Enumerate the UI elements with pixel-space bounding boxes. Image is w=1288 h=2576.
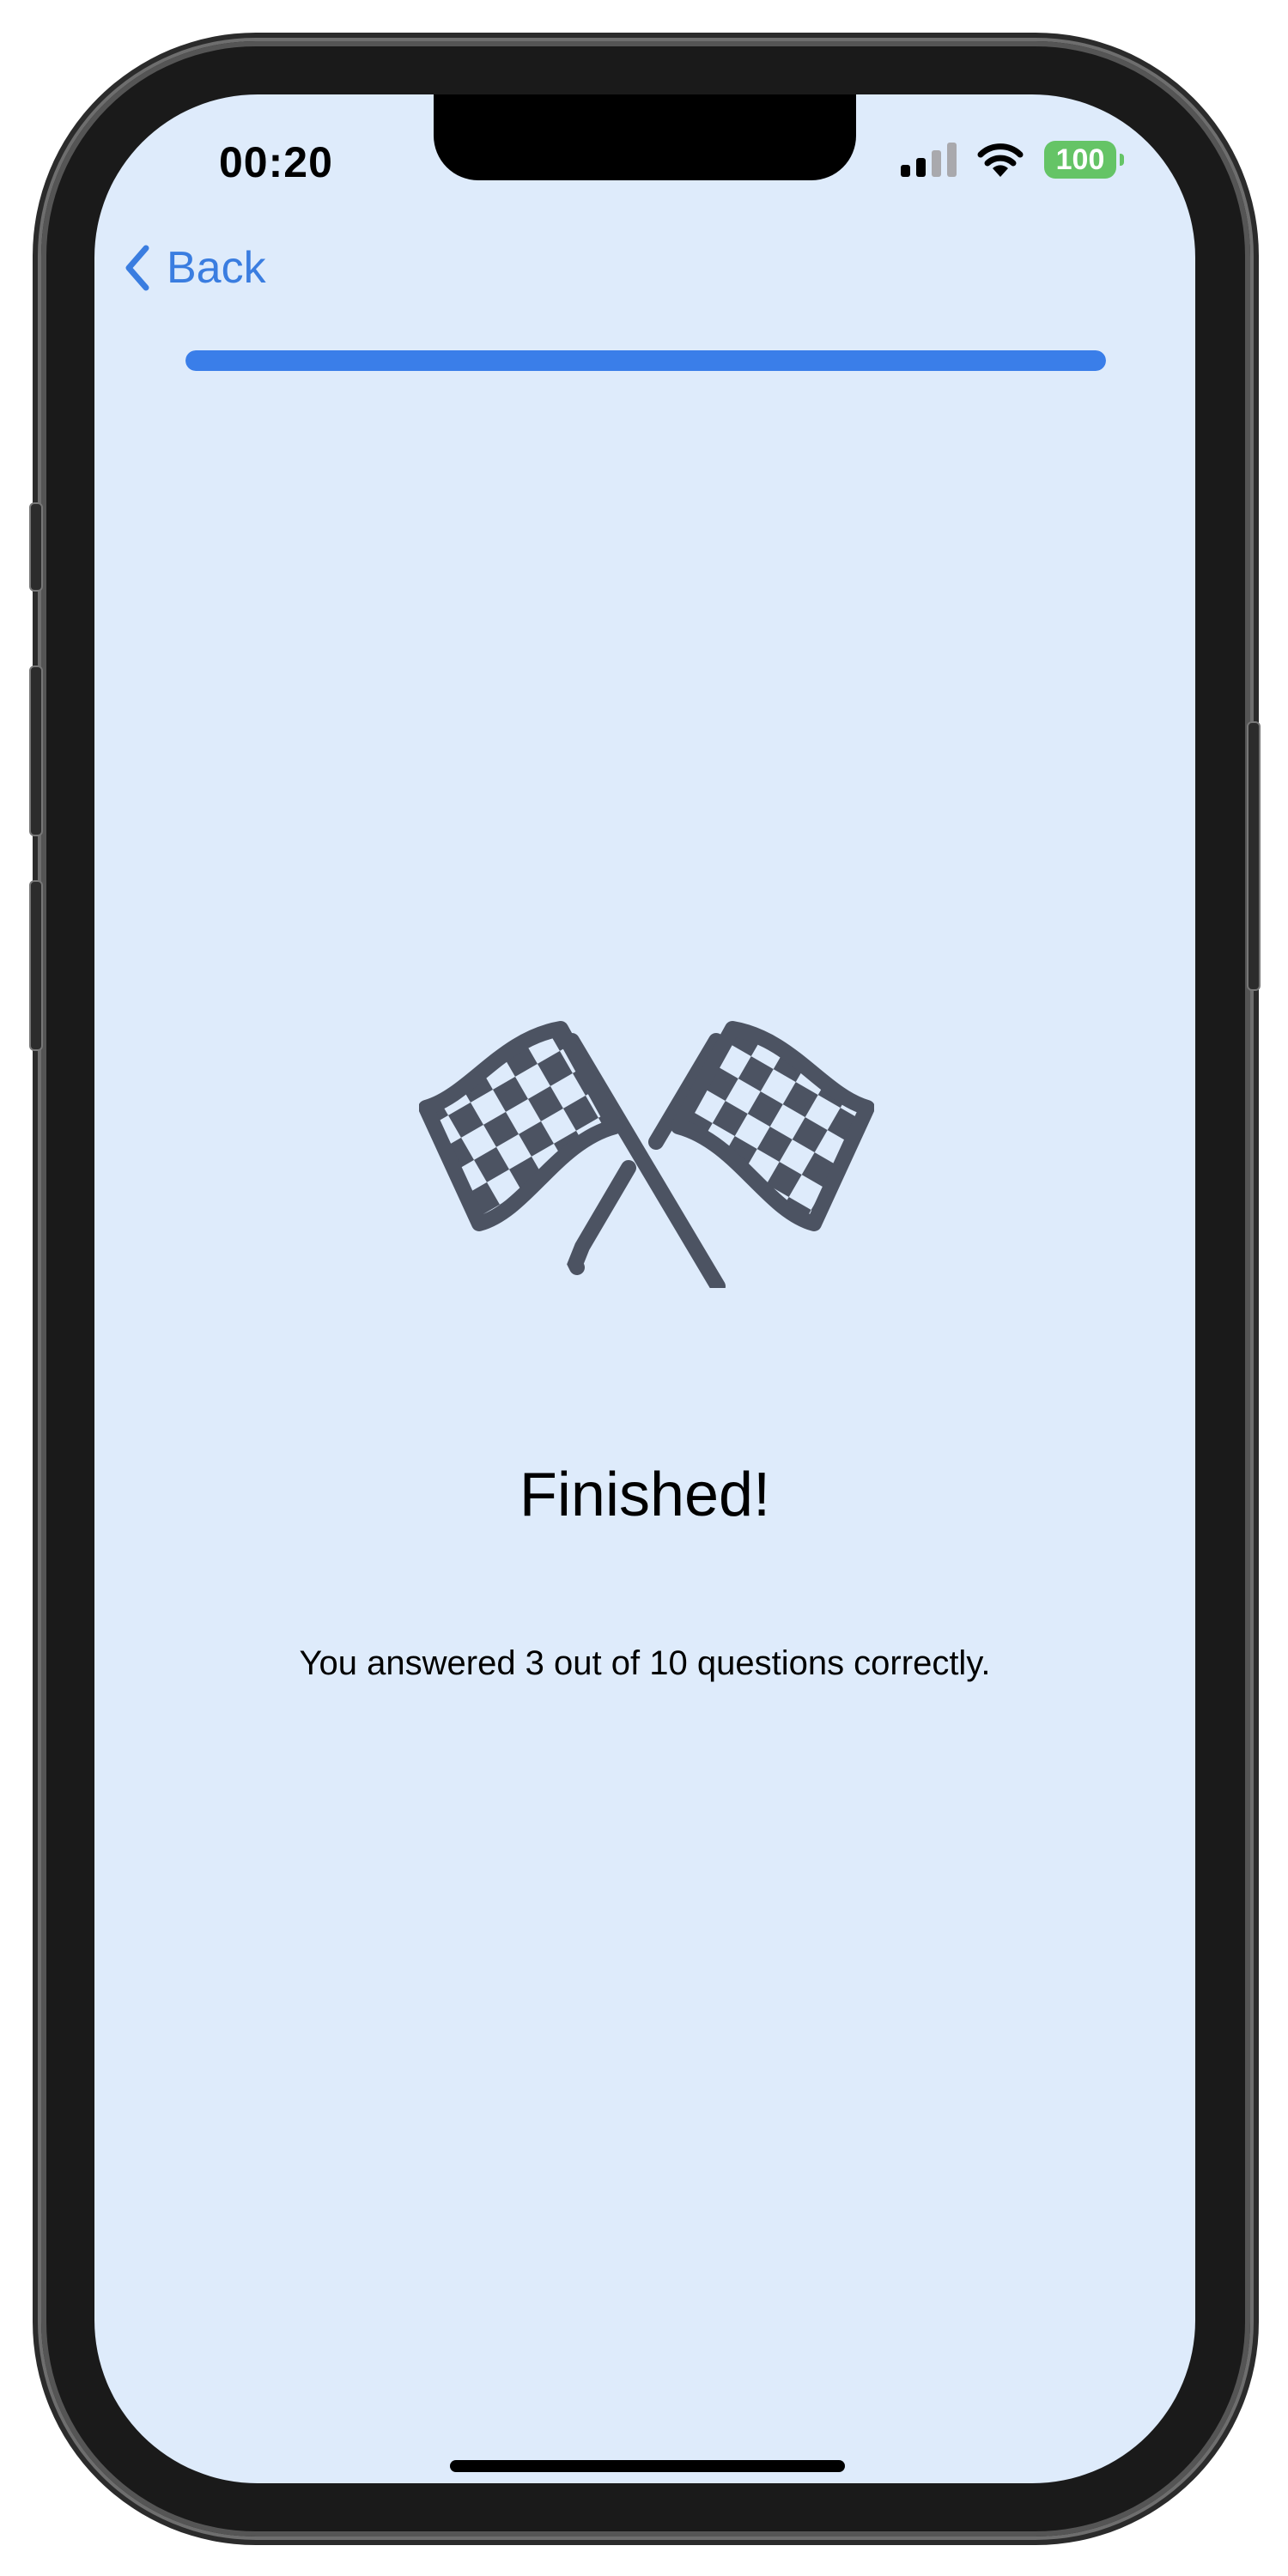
chevron-left-icon [125,245,149,291]
mute-switch [29,502,43,592]
quiz-progress-fill [185,350,1106,371]
back-button[interactable]: Back [122,242,266,294]
result-summary: You answered 3 out of 10 questions corre… [299,1644,991,1682]
notch [434,94,856,180]
volume-down-button [29,880,43,1051]
cellular-signal-icon [901,143,957,177]
back-label: Back [167,243,266,293]
quiz-progress-bar [185,350,1106,371]
home-indicator[interactable] [450,2460,845,2472]
app-screen: 00:20 100 Back Finished! You answered 3 … [94,94,1195,2483]
status-time: 00:20 [219,138,333,186]
battery-level: 100 [1055,143,1105,176]
wifi-icon [977,143,1024,177]
status-icons: 100 [901,141,1124,179]
power-button [1247,721,1261,991]
battery-icon: 100 [1044,141,1124,179]
volume-up-button [29,665,43,836]
checkered-flags-icon [419,1021,874,1288]
result-title: Finished! [519,1461,771,1529]
